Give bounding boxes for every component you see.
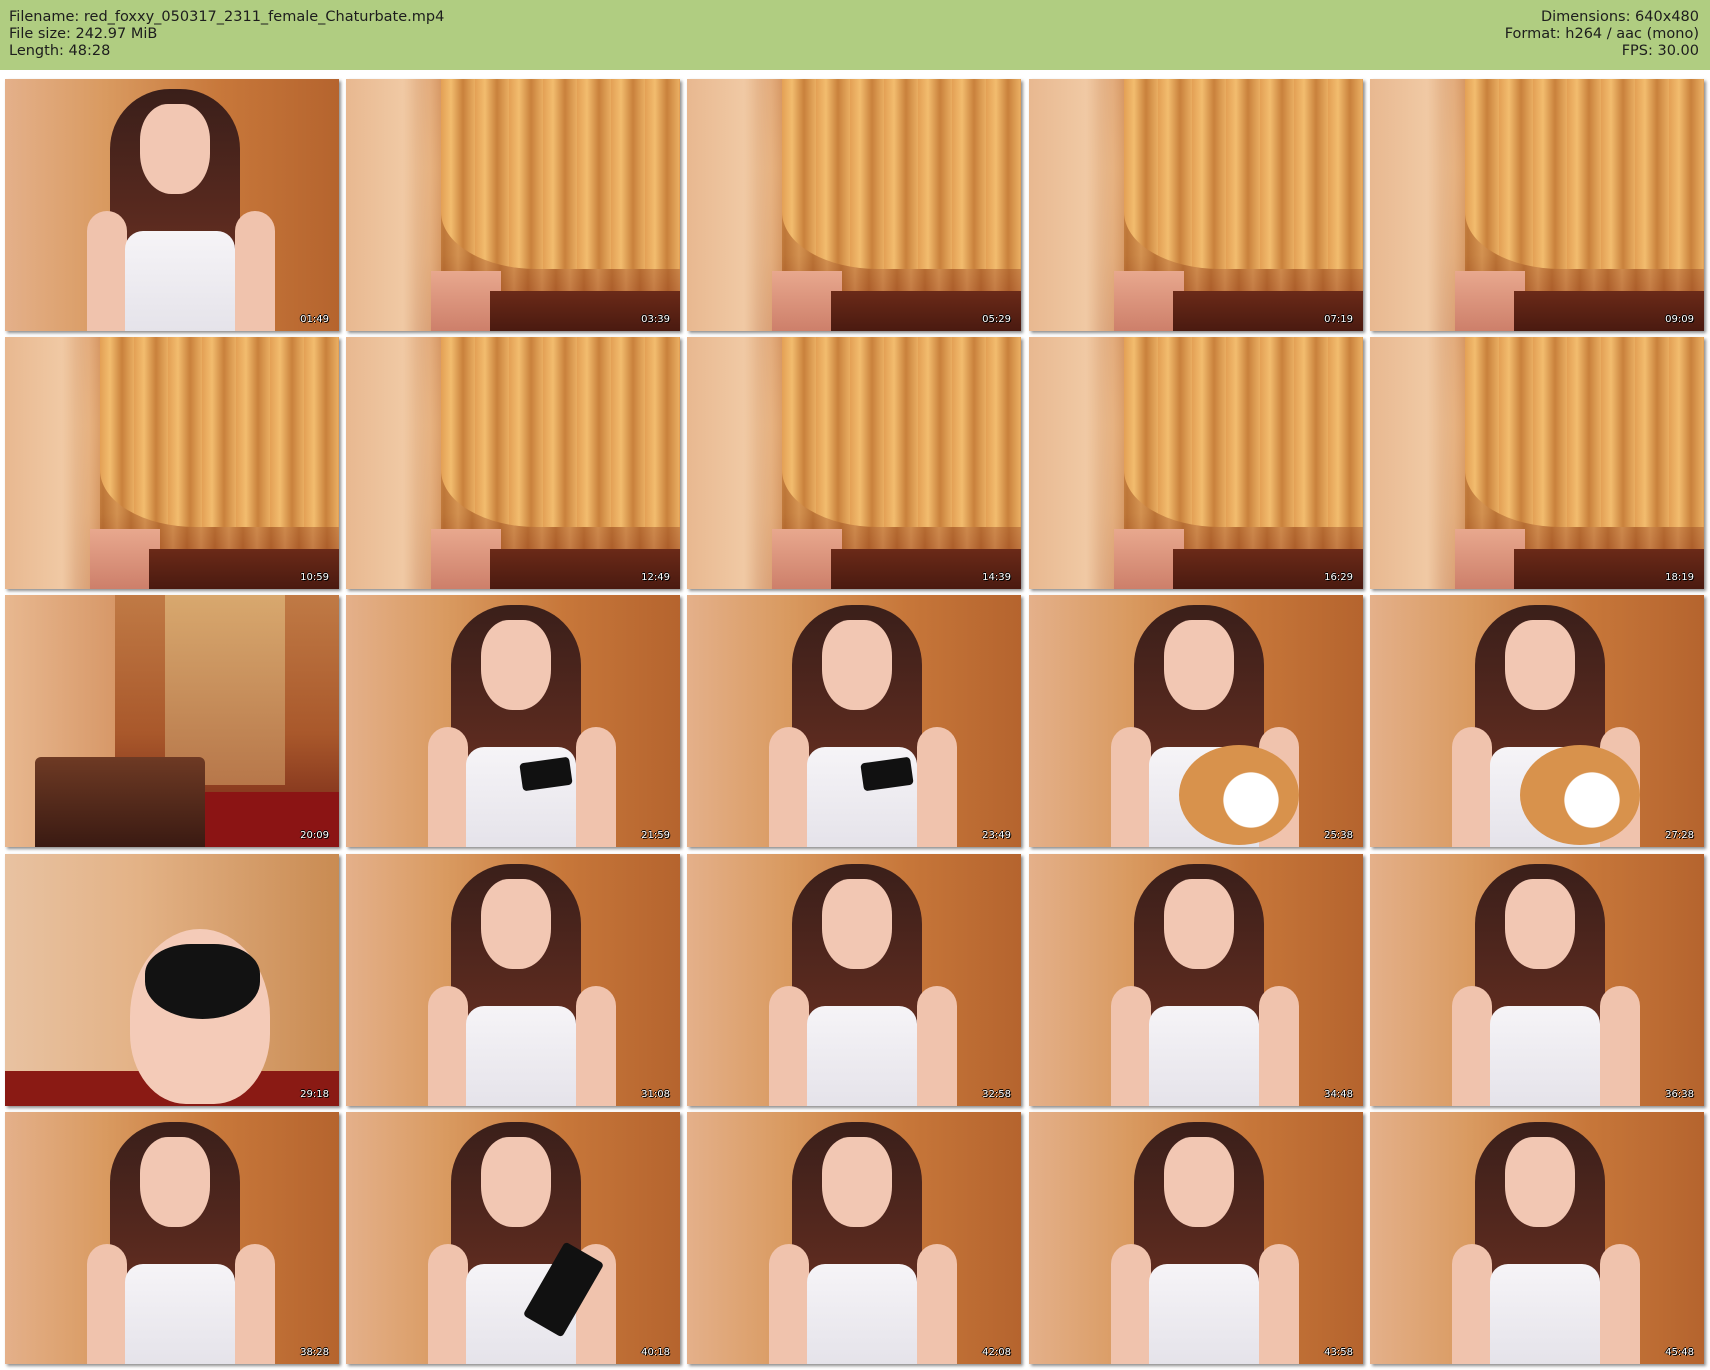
thumbnail-timestamp: 03:39 — [641, 314, 670, 325]
thumbnail[interactable]: 40:18 — [346, 1112, 680, 1364]
thumbnail[interactable]: 16:29 — [1029, 337, 1363, 589]
video-frame-image — [1029, 854, 1363, 1106]
thumbnail[interactable]: 38:28 — [5, 1112, 339, 1364]
video-frame-image — [687, 79, 1021, 331]
thumbnail-timestamp: 38:28 — [300, 1347, 329, 1358]
filesize-label: File size: 242.97 MiB — [9, 26, 158, 42]
thumbnail-timestamp: 10:59 — [300, 572, 329, 583]
video-frame-image — [5, 79, 339, 331]
thumbnail[interactable]: 32:58 — [687, 854, 1021, 1106]
thumbnail[interactable]: 34:48 — [1029, 854, 1363, 1106]
filename-label: Filename: red_foxxy_050317_2311_female_C… — [9, 9, 445, 25]
thumbnail[interactable]: 25:38 — [1029, 595, 1363, 847]
thumbnail-timestamp: 12:49 — [641, 572, 670, 583]
file-info-right: Dimensions: 640x480 Format: h264 / aac (… — [1505, 9, 1699, 60]
thumbnail-grid: 01:49 03:39 05:29 07:19 09:09 10:59 12:49 14:39… — [0, 70, 1710, 1370]
thumbnail-timestamp: 36:38 — [1665, 1089, 1694, 1100]
video-frame-image — [687, 1112, 1021, 1364]
thumbnail[interactable]: 10:59 — [5, 337, 339, 589]
fps-label: FPS: 30.00 — [1621, 43, 1699, 59]
video-frame-image — [1029, 595, 1363, 847]
thumbnail[interactable]: 36:38 — [1370, 854, 1704, 1106]
length-label: Length: 48:28 — [9, 43, 111, 59]
thumbnail-timestamp: 34:48 — [1324, 1089, 1353, 1100]
video-frame-image — [5, 595, 339, 847]
video-frame-image — [346, 854, 680, 1106]
thumbnail[interactable]: 07:19 — [1029, 79, 1363, 331]
thumbnail-timestamp: 40:18 — [641, 1347, 670, 1358]
thumbnail-timestamp: 23:49 — [982, 830, 1011, 841]
video-frame-image — [346, 595, 680, 847]
thumbnail-timestamp: 01:49 — [300, 314, 329, 325]
thumbnail-timestamp: 43:58 — [1324, 1347, 1353, 1358]
thumbnail-timestamp: 18:19 — [1665, 572, 1694, 583]
format-label: Format: h264 / aac (mono) — [1504, 26, 1699, 42]
thumbnail-timestamp: 45:48 — [1665, 1347, 1694, 1358]
thumbnail[interactable]: 29:18 — [5, 854, 339, 1106]
thumbnail[interactable]: 05:29 — [687, 79, 1021, 331]
video-frame-image — [5, 1112, 339, 1364]
thumbnail-timestamp: 42:08 — [982, 1347, 1011, 1358]
thumbnail[interactable]: 43:58 — [1029, 1112, 1363, 1364]
thumbnail[interactable]: 45:48 — [1370, 1112, 1704, 1364]
video-frame-image — [346, 337, 680, 589]
thumbnail-timestamp: 25:38 — [1324, 830, 1353, 841]
video-frame-image — [1029, 1112, 1363, 1364]
thumbnail[interactable]: 09:09 — [1370, 79, 1704, 331]
video-frame-image — [687, 854, 1021, 1106]
thumbnail-timestamp: 05:29 — [982, 314, 1011, 325]
thumbnail-timestamp: 27:28 — [1665, 830, 1694, 841]
thumbnail[interactable]: 20:09 — [5, 595, 339, 847]
thumbnail[interactable]: 42:08 — [687, 1112, 1021, 1364]
video-frame-image — [1370, 1112, 1704, 1364]
video-frame-image — [5, 337, 339, 589]
thumbnail[interactable]: 14:39 — [687, 337, 1021, 589]
video-frame-image — [1370, 854, 1704, 1106]
dimensions-label: Dimensions: 640x480 — [1540, 9, 1699, 25]
video-frame-image — [346, 1112, 680, 1364]
thumbnail-timestamp: 14:39 — [982, 572, 1011, 583]
thumbnail-timestamp: 32:58 — [982, 1089, 1011, 1100]
video-frame-image — [1370, 595, 1704, 847]
video-frame-image — [1370, 79, 1704, 331]
thumbnail[interactable]: 23:49 — [687, 595, 1021, 847]
video-frame-image — [346, 79, 680, 331]
video-frame-image — [5, 854, 339, 1106]
thumbnail[interactable]: 21:59 — [346, 595, 680, 847]
thumbnail[interactable]: 03:39 — [346, 79, 680, 331]
video-frame-image — [1370, 337, 1704, 589]
thumbnail[interactable]: 12:49 — [346, 337, 680, 589]
video-frame-image — [687, 595, 1021, 847]
thumbnail[interactable]: 31:08 — [346, 854, 680, 1106]
thumbnail-timestamp: 20:09 — [300, 830, 329, 841]
thumbnail-timestamp: 16:29 — [1324, 572, 1353, 583]
thumbnail-timestamp: 31:08 — [641, 1089, 670, 1100]
thumbnail-timestamp: 09:09 — [1665, 314, 1694, 325]
thumbnail-timestamp: 21:59 — [641, 830, 670, 841]
thumbnail[interactable]: 18:19 — [1370, 337, 1704, 589]
video-frame-image — [1029, 337, 1363, 589]
thumbnail-timestamp: 07:19 — [1324, 314, 1353, 325]
info-header: Filename: red_foxxy_050317_2311_female_C… — [0, 0, 1710, 70]
thumbnail[interactable]: 01:49 — [5, 79, 339, 331]
thumbnail[interactable]: 27:28 — [1370, 595, 1704, 847]
file-info-left: Filename: red_foxxy_050317_2311_female_C… — [9, 9, 444, 60]
thumbnail-timestamp: 29:18 — [300, 1089, 329, 1100]
video-frame-image — [687, 337, 1021, 589]
video-frame-image — [1029, 79, 1363, 331]
